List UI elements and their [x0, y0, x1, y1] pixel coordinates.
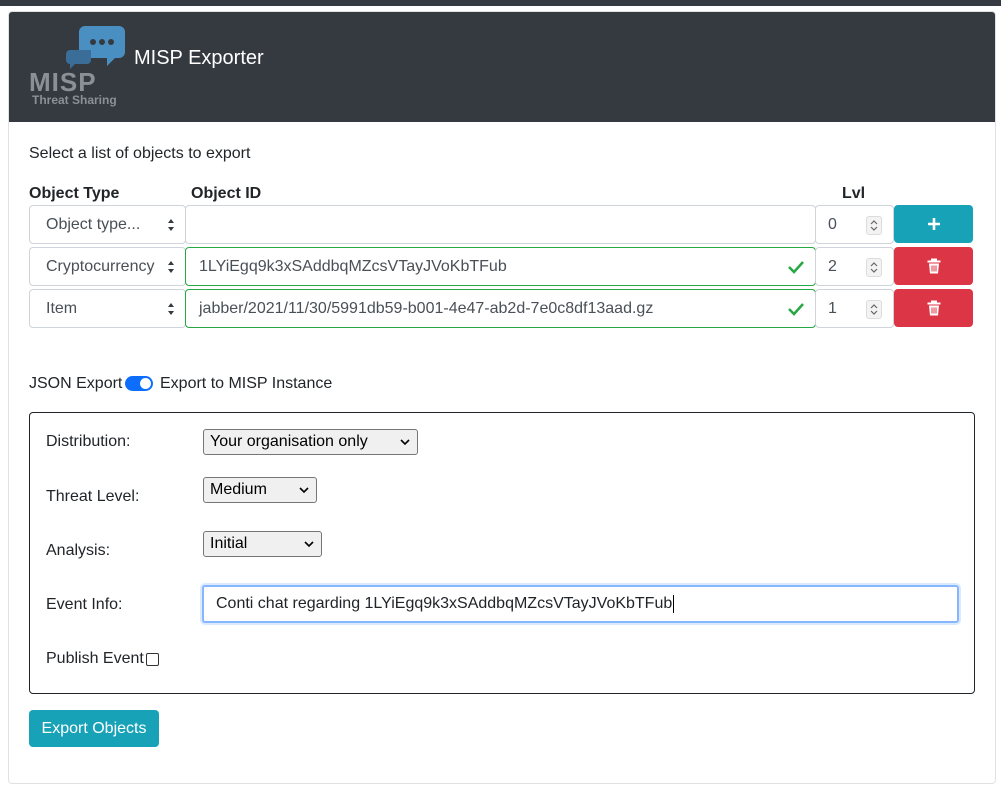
toggle-knob — [140, 378, 151, 389]
object-type-select[interactable]: Item — [29, 289, 186, 328]
distribution-select[interactable]: Your organisation only — [203, 429, 418, 455]
delete-object-button[interactable] — [894, 247, 973, 285]
chevron-down-icon — [304, 541, 314, 548]
distribution-value: Your organisation only — [210, 433, 368, 450]
text-caret — [673, 595, 675, 613]
json-export-label: JSON Export — [29, 375, 123, 392]
lvl-input[interactable]: 1 — [815, 289, 894, 328]
chevron-down-icon — [400, 439, 410, 446]
chevron-down-icon — [299, 487, 309, 494]
object-type-select[interactable]: Object type... — [29, 205, 186, 244]
event-info-label: Event Info: — [46, 596, 123, 613]
select-arrows-icon — [168, 219, 174, 231]
object-type-value: Item — [46, 299, 78, 317]
object-type-value: Object type... — [46, 215, 141, 233]
object-type-select[interactable]: Cryptocurrency — [29, 247, 186, 286]
lvl-spinner[interactable] — [866, 216, 882, 235]
object-id-value: jabber/2021/11/30/5991db59-b001-4e47-ab2… — [199, 299, 654, 317]
select-arrows-icon — [168, 303, 174, 315]
object-id-input[interactable]: 1LYiEgq9k3xSAddbqMZcsVTayJVoKbTFub — [185, 247, 816, 286]
spinner-arrows-icon — [870, 304, 878, 315]
valid-check-icon — [788, 303, 804, 316]
threat-level-label: Threat Level: — [46, 488, 140, 505]
lvl-value: 1 — [828, 299, 837, 317]
analysis-select[interactable]: Initial — [203, 531, 322, 557]
delete-object-button[interactable] — [894, 289, 973, 327]
lvl-input[interactable]: 2 — [815, 247, 894, 286]
lvl-header: Lvl — [842, 185, 866, 202]
object-id-header: Object ID — [191, 185, 262, 202]
distribution-label: Distribution: — [46, 433, 131, 450]
lvl-spinner[interactable] — [866, 258, 882, 277]
objects-lead-text: Select a list of objects to export — [29, 145, 251, 162]
plus-icon — [927, 218, 940, 230]
object-id-value: 1LYiEgq9k3xSAddbqMZcsVTayJVoKbTFub — [199, 257, 507, 275]
misp-form-panel: Distribution: Your organisation only Thr… — [29, 412, 975, 694]
valid-check-icon — [788, 261, 804, 274]
add-object-button[interactable] — [894, 205, 973, 243]
trash-icon — [927, 300, 940, 316]
page-title: MISP Exporter — [134, 47, 264, 69]
select-arrows-icon — [168, 261, 174, 273]
publish-event-label: Publish Event — [46, 650, 144, 667]
lvl-value: 2 — [828, 257, 837, 275]
spinner-arrows-icon — [870, 262, 878, 273]
lvl-spinner[interactable] — [866, 300, 882, 319]
event-info-input[interactable]: Conti chat regarding 1LYiEgq9k3xSAddbqMZ… — [202, 585, 959, 623]
analysis-label: Analysis: — [46, 542, 111, 559]
publish-event-checkbox[interactable] — [146, 653, 159, 666]
lvl-input[interactable]: 0 — [815, 205, 894, 244]
threat-level-select[interactable]: Medium — [203, 477, 317, 503]
browser-top-strip — [0, 0, 1001, 6]
object-type-header: Object Type — [29, 185, 120, 202]
logo-subtext: Threat Sharing — [32, 93, 117, 107]
spinner-arrows-icon — [870, 220, 878, 231]
export-mode-toggle[interactable] — [125, 376, 153, 391]
trash-icon — [927, 258, 940, 274]
exporter-card: MISP Threat Sharing MISP Exporter Select… — [8, 11, 996, 784]
misp-logo: MISP Threat Sharing — [27, 22, 137, 112]
card-header: MISP Threat Sharing MISP Exporter — [9, 12, 995, 122]
analysis-value: Initial — [210, 535, 248, 552]
object-id-input[interactable] — [185, 205, 816, 244]
event-info-value: Conti chat regarding 1LYiEgq9k3xSAddbqMZ… — [216, 595, 673, 612]
object-id-input[interactable]: jabber/2021/11/30/5991db59-b001-4e47-ab2… — [185, 289, 816, 328]
export-objects-button[interactable]: Export Objects — [29, 710, 159, 747]
misp-export-label: Export to MISP Instance — [160, 375, 333, 392]
threat-level-value: Medium — [210, 481, 267, 498]
lvl-value: 0 — [828, 215, 837, 233]
object-type-value: Cryptocurrency — [46, 257, 155, 275]
